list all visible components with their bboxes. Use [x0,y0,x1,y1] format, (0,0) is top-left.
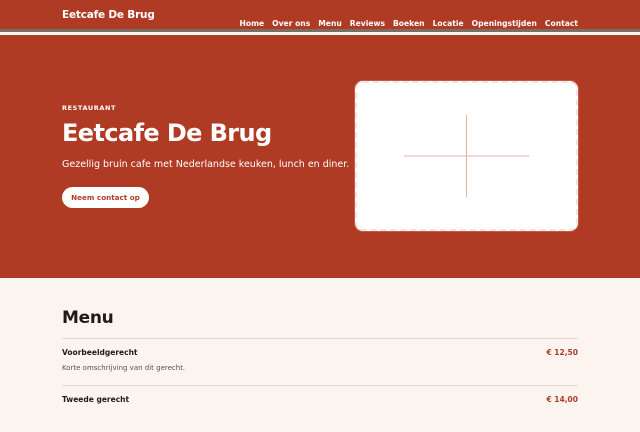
hero-subtitle: Gezellig bruin cafe met Nederlandse keuk… [62,159,350,170]
main-nav: Home Over ons Menu Reviews Boeken Locati… [240,11,579,30]
site-header: Eetcafe De Brug Home Over ons Menu Revie… [0,0,640,32]
contact-button[interactable]: Neem contact op [62,187,149,208]
menu-item: Voorbeeldgerecht Korte omschrijving van … [62,338,578,385]
image-placeholder-icon [404,115,529,197]
nav-link-openingstijden[interactable]: Openingstijden [472,19,537,28]
nav-link-locatie[interactable]: Locatie [433,19,464,28]
menu-item-description: Korte omschrijving van dit gerecht. [62,364,186,372]
nav-link-reviews[interactable]: Reviews [350,19,385,28]
nav-link-menu[interactable]: Menu [318,19,342,28]
nav-link-home[interactable]: Home [240,19,265,28]
menu-list: Voorbeeldgerecht Korte omschrijving van … [62,338,578,432]
menu-item: Tweede gerecht € 14,00 [62,385,578,432]
menu-item-name: Voorbeeldgerecht [62,348,138,357]
nav-link-contact[interactable]: Contact [545,19,578,28]
menu-section: Menu Voorbeeldgerecht Korte omschrijving… [0,278,640,404]
hero-image-placeholder [355,81,578,231]
hero-title: Eetcafe De Brug [62,119,272,147]
hero-kicker: RESTAURANT [62,104,117,112]
brand-logo-link[interactable]: Eetcafe De Brug [62,9,155,21]
menu-heading: Menu [62,308,114,328]
menu-item-price: € 12,50 [546,348,578,357]
hero-section: RESTAURANT Eetcafe De Brug Gezellig brui… [0,35,640,278]
nav-link-over-ons[interactable]: Over ons [272,19,310,28]
nav-link-boeken[interactable]: Boeken [393,19,425,28]
